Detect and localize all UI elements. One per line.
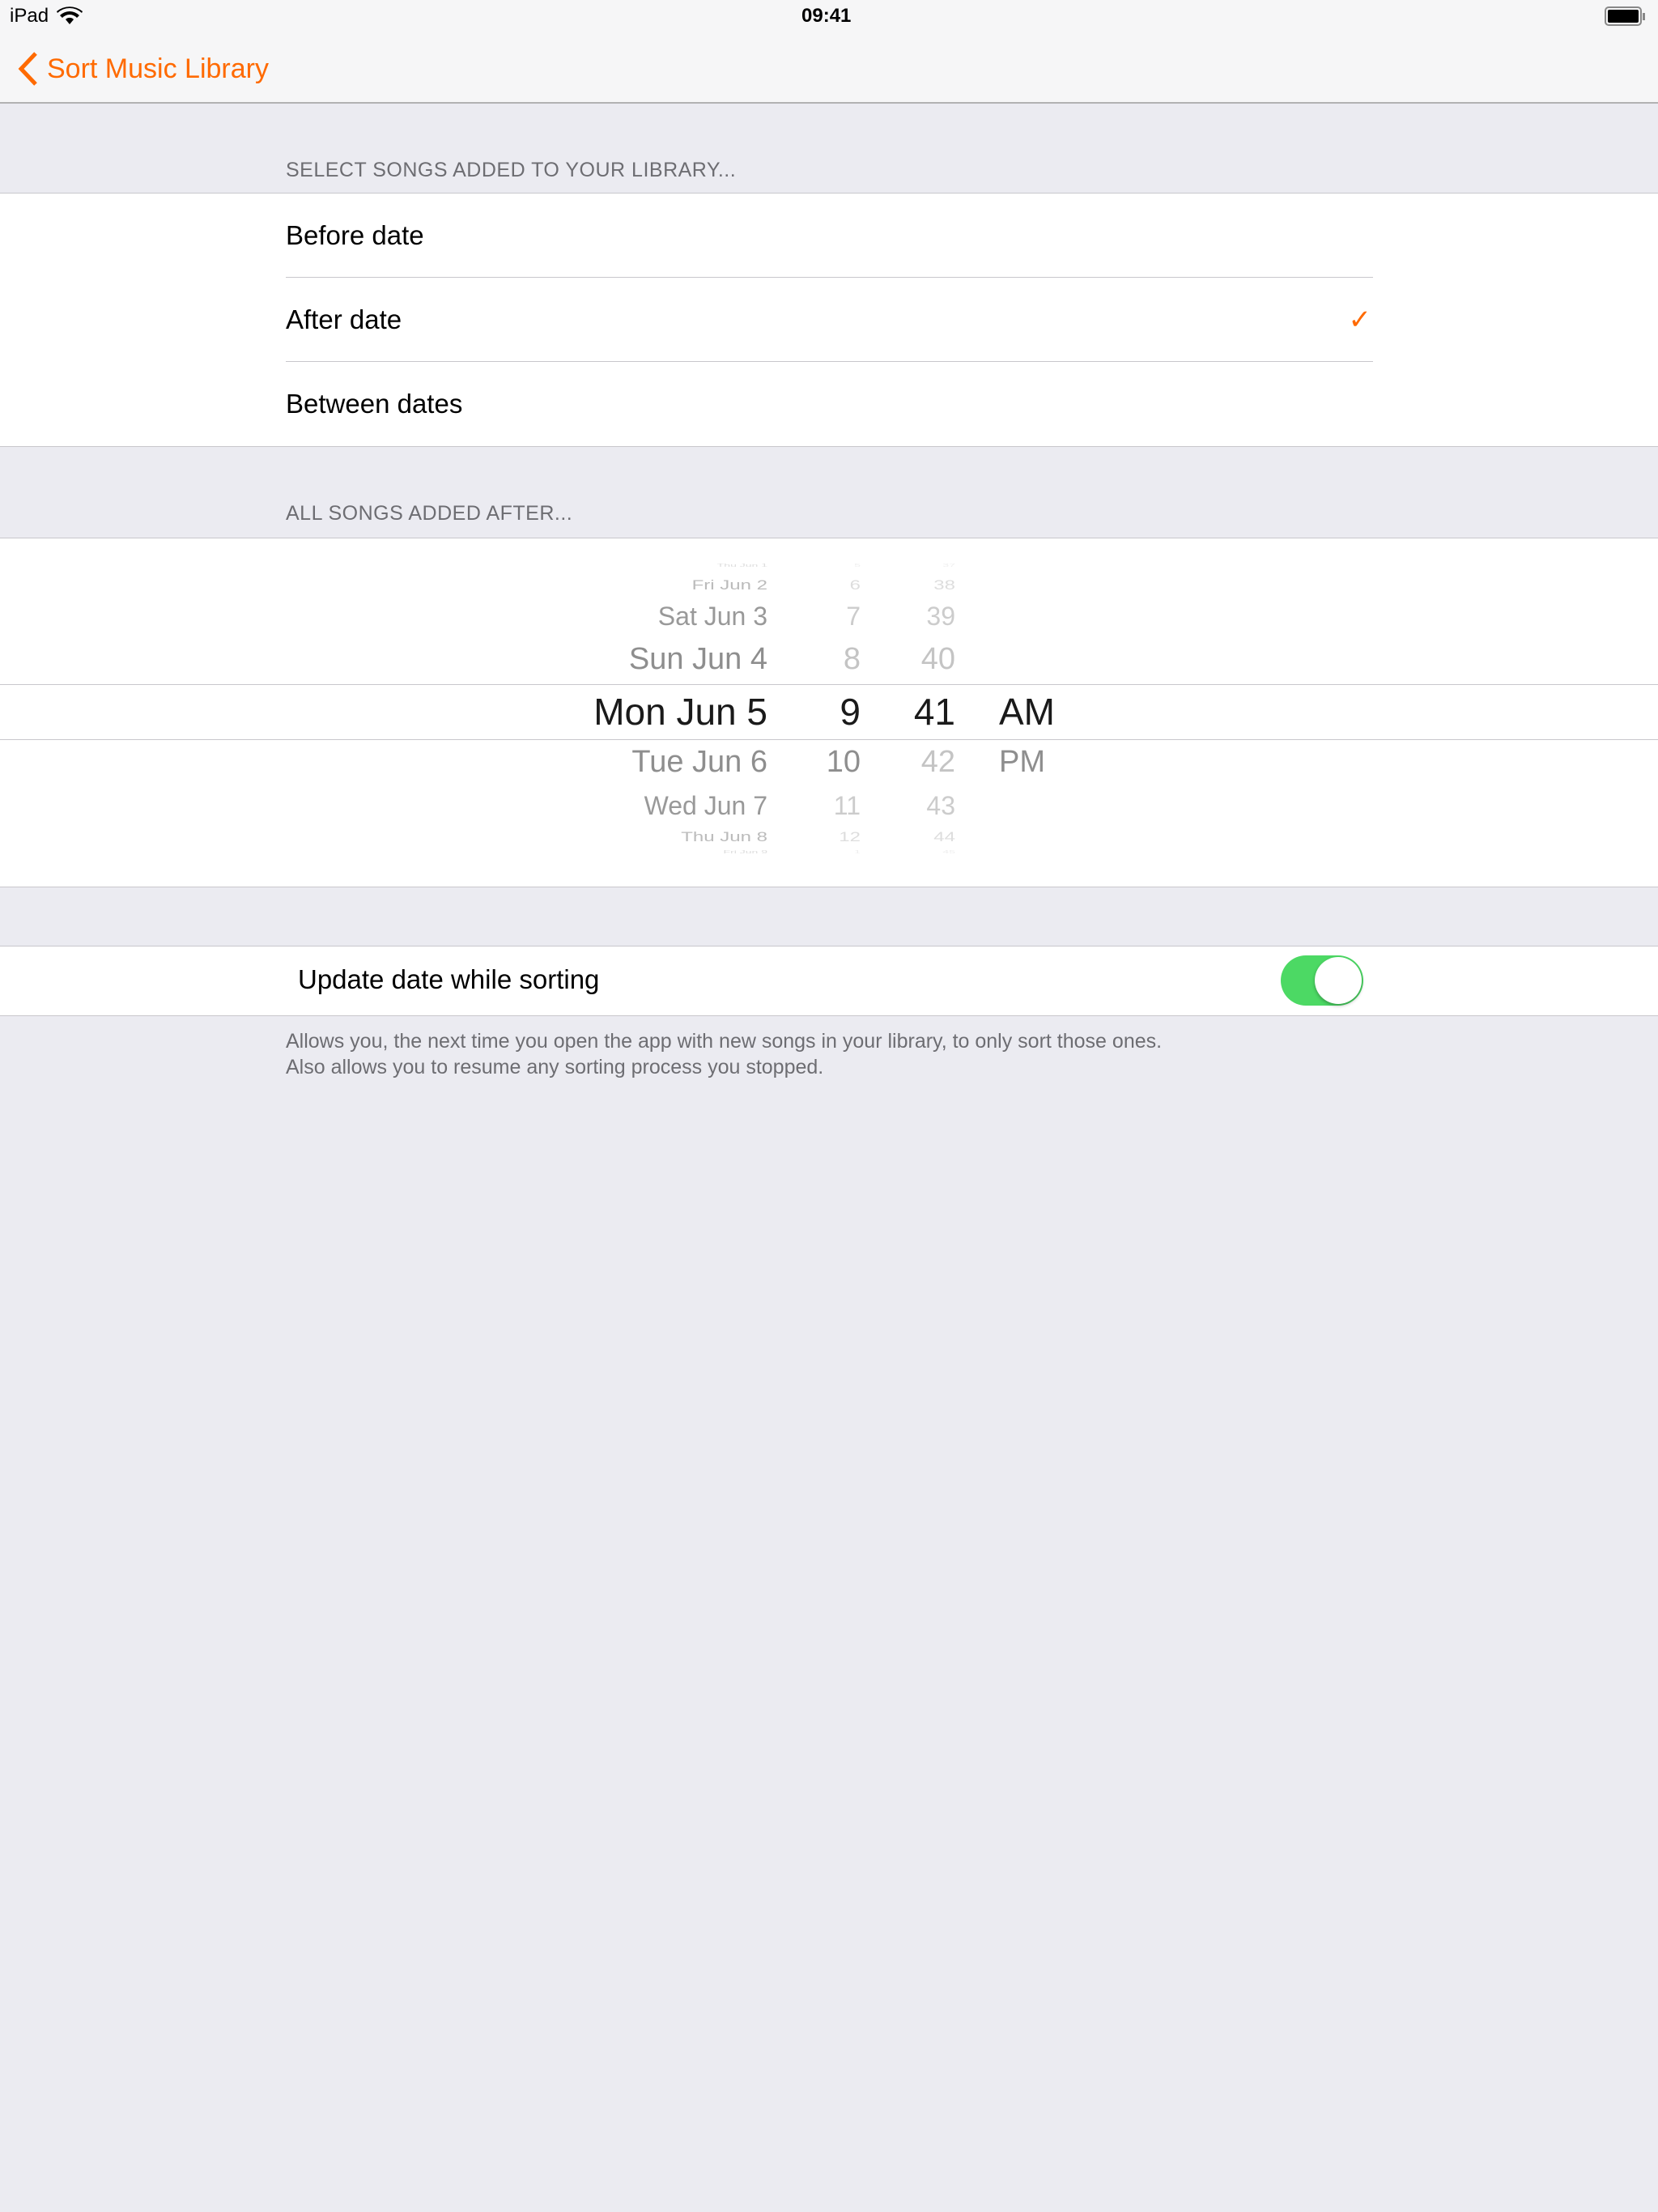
clock: 09:41 bbox=[801, 5, 852, 27]
back-button[interactable]: Sort Music Library bbox=[18, 49, 269, 89]
navigation-bar: iPad 09:41 Sort Music Library bbox=[0, 0, 1658, 104]
section-header-after: ALL SONGS ADDED AFTER... bbox=[286, 502, 573, 525]
battery-icon bbox=[1605, 6, 1645, 26]
wifi-icon bbox=[57, 6, 83, 24]
toggle-knob bbox=[1315, 957, 1362, 1004]
filter-options-list: Before date After date ✓ Between dates bbox=[0, 193, 1658, 447]
option-between-dates[interactable]: Between dates bbox=[286, 362, 1373, 446]
picker-selection-band bbox=[0, 684, 1658, 740]
footer-line: Also allows you to resume any sorting pr… bbox=[286, 1056, 824, 1078]
chevron-left-icon bbox=[18, 52, 37, 86]
update-date-row: Update date while sorting bbox=[0, 946, 1658, 1016]
toggle-label: Update date while sorting bbox=[298, 964, 600, 994]
section-header-select: SELECT SONGS ADDED TO YOUR LIBRARY... bbox=[286, 159, 737, 181]
checkmark-icon: ✓ bbox=[1348, 304, 1372, 335]
option-before-date[interactable]: Before date bbox=[286, 194, 1373, 278]
footer-line: Allows you, the next time you open the a… bbox=[286, 1030, 1163, 1053]
option-after-date[interactable]: After date ✓ bbox=[286, 278, 1373, 362]
back-label: Sort Music Library bbox=[47, 53, 269, 84]
option-label: Between dates bbox=[286, 389, 463, 419]
option-label: Before date bbox=[286, 219, 424, 250]
update-date-toggle[interactable] bbox=[1281, 955, 1363, 1006]
footer-note: Allows you, the next time you open the a… bbox=[286, 1028, 1162, 1080]
option-label: After date bbox=[286, 304, 402, 334]
device-label: iPad bbox=[10, 5, 49, 27]
